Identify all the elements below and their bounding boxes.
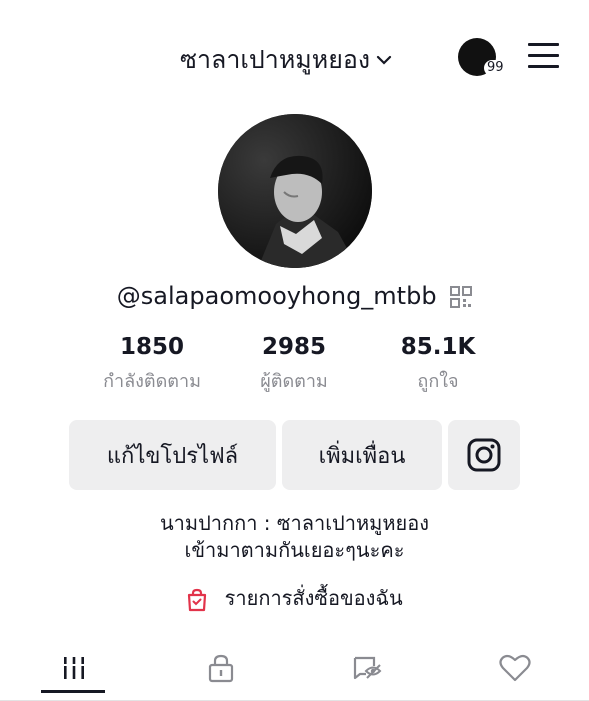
notification-button[interactable]: 99 [458,38,507,78]
handle-row: @salapaomooyhong_mtbb [0,282,589,310]
grid-icon [63,657,84,679]
profile-stats: 1850 กำลังติดตาม 2985 ผู้ติดตาม 85.1K ถู… [0,334,589,404]
followers-count: 2985 [261,334,326,360]
add-friends-label: เพิ่มเพื่อน [318,443,406,469]
followers-stat[interactable]: 2985 ผู้ติดตาม [224,334,364,395]
followers-label: ผู้ติดตาม [260,371,328,392]
hamburger-icon[interactable] [528,43,559,69]
tab-reposts[interactable] [294,640,441,696]
following-count: 1850 [119,334,184,360]
likes-count: 85.1K [400,334,476,360]
active-tab-indicator [41,690,105,693]
header-username: ซาลาเปาหมูหยอง [180,45,371,74]
likes-stat[interactable]: 85.1K ถูกใจ [368,334,508,395]
lock-icon [208,654,233,683]
my-orders-link[interactable]: รายการสั่งซื้อของฉัน [0,582,589,614]
bio-line-1: นามปากกา : ซาลาเปาหมูหยอง [159,511,429,535]
tab-liked[interactable] [441,640,588,696]
instagram-icon [467,438,501,472]
heart-icon [498,654,531,682]
instagram-button[interactable] [448,420,520,490]
qr-code-icon[interactable] [450,286,473,308]
profile-bio: นามปากกา : ซาลาเปาหมูหยอง เข้ามาตามกันเย… [0,510,589,564]
notification-count-badge: 99 [484,60,507,76]
profile-tabs [0,640,589,701]
repost-icon [353,656,381,680]
edit-profile-label: แก้ไขโปรไฟล์ [106,443,239,469]
add-friends-button[interactable]: เพิ่มเพื่อน [282,420,442,490]
account-switcher[interactable]: ซาลาเปาหมูหยอง [180,40,392,80]
my-orders-label: รายการสั่งซื้อของฉัน [224,586,403,610]
profile-handle: @salapaomooyhong_mtbb [116,282,437,310]
likes-label: ถูกใจ [417,371,459,392]
tab-videos[interactable] [0,640,147,696]
chevron-down-icon [377,55,392,65]
following-label: กำลังติดตาม [103,371,201,392]
edit-profile-button[interactable]: แก้ไขโปรไฟล์ [69,420,276,490]
profile-header: ซาลาเปาหมูหยอง 99 [0,30,589,86]
avatar[interactable] [218,114,372,268]
following-stat[interactable]: 1850 กำลังติดตาม [82,334,222,395]
bio-line-2: เข้ามาตามกันเยอะๆนะคะ [184,538,405,562]
shopping-bag-icon [188,588,207,611]
tab-private[interactable] [147,640,294,696]
